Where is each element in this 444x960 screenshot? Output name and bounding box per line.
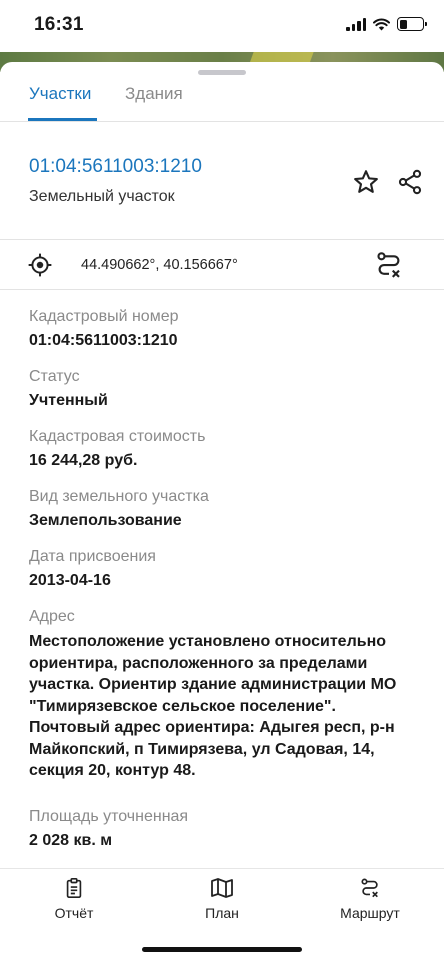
route-icon <box>377 252 400 278</box>
tab-buildings[interactable]: Здания <box>125 84 183 116</box>
route-button[interactable]: Маршрут <box>320 877 420 921</box>
status-time: 16:31 <box>34 14 84 35</box>
battery-level <box>399 19 408 29</box>
status-icons <box>346 17 427 31</box>
plan-button[interactable]: План <box>172 877 272 921</box>
cadastral-number-label: Кадастровый номер <box>29 308 179 325</box>
tab-parcels[interactable]: Участки <box>29 84 91 116</box>
star-icon <box>354 170 378 193</box>
report-button[interactable]: Отчёт <box>24 877 124 921</box>
address-value: Местоположение установлено относительно … <box>29 633 397 779</box>
area-label: Площадь уточненная <box>29 808 189 825</box>
report-label: Отчёт <box>54 905 94 921</box>
status-label: Статус <box>29 368 80 385</box>
bottom-toolbar: Отчёт План Маршрут <box>0 868 444 960</box>
cadastral-number-value: 01:04:5611003:1210 <box>29 332 178 349</box>
assignment-date-value: 2013-04-16 <box>29 572 111 589</box>
land-type-value: Землепользование <box>29 512 182 529</box>
parcel-sheet: Участки Здания 01:04:5611003:1210 Земель… <box>0 62 444 868</box>
cellular-signal-icon <box>346 17 366 31</box>
status-bar: 16:31 <box>0 0 444 52</box>
plan-label: План <box>205 905 239 921</box>
locate-button[interactable] <box>24 249 56 281</box>
address-label: Адрес <box>29 608 75 625</box>
wifi-icon <box>373 18 390 30</box>
build-route-button[interactable] <box>373 249 405 281</box>
map-icon <box>211 878 233 898</box>
route-label: Маршрут <box>340 905 400 921</box>
report-icon <box>66 878 82 898</box>
route-icon <box>361 878 378 898</box>
active-tab-indicator <box>28 118 97 121</box>
crosshair-icon <box>28 253 52 277</box>
cadastral-cost-value: 16 244,28 руб. <box>29 452 138 469</box>
coordinates-value: 44.490662°, 40.156667° <box>81 257 238 273</box>
status-value: Учтенный <box>29 392 108 409</box>
assignment-date-label: Дата присвоения <box>29 548 156 565</box>
share-icon <box>398 169 422 195</box>
tab-bar: Участки Здания <box>0 80 444 122</box>
cadastral-cost-label: Кадастровая стоимость <box>29 428 206 445</box>
land-type-label: Вид земельного участка <box>29 488 209 505</box>
cadastral-number-link[interactable]: 01:04:5611003:1210 <box>29 156 202 178</box>
area-value: 2 028 кв. м <box>29 832 113 849</box>
sheet-grabber[interactable] <box>198 70 246 75</box>
favorite-button[interactable] <box>350 166 382 198</box>
share-button[interactable] <box>394 166 426 198</box>
home-indicator[interactable] <box>142 947 302 952</box>
coordinates-row: 44.490662°, 40.156667° <box>0 240 444 290</box>
parcel-type: Земельный участок <box>29 188 175 205</box>
battery-icon <box>397 17 427 31</box>
parcel-header: 01:04:5611003:1210 Земельный участок <box>0 122 444 240</box>
